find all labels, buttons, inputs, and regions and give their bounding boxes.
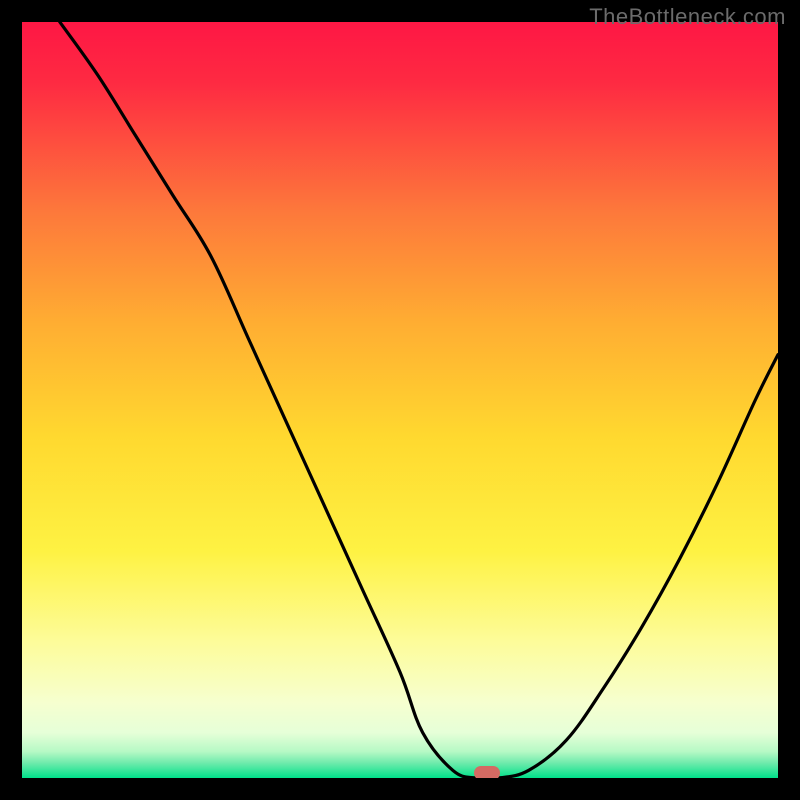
watermark-text: TheBottleneck.com (589, 4, 786, 30)
chart-frame: TheBottleneck.com (0, 0, 800, 800)
optimal-marker (474, 766, 500, 778)
chart-svg (22, 22, 778, 778)
plot-area (22, 22, 778, 778)
